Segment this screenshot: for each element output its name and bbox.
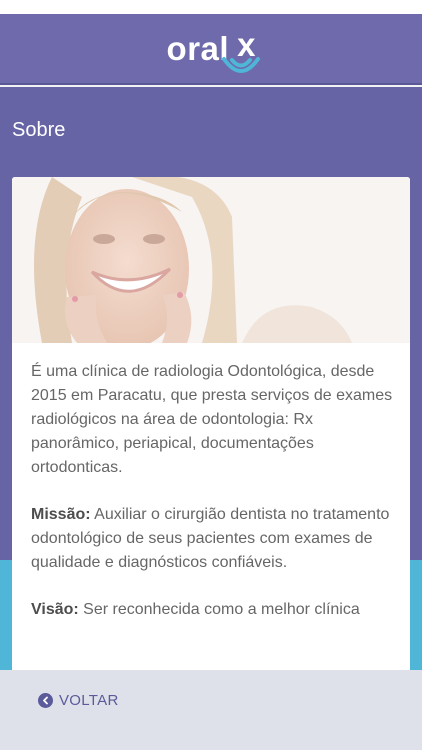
vision-text: Ser reconhecida como a melhor clínica <box>78 601 360 618</box>
app-header: oral x <box>0 14 422 85</box>
about-text: É uma clínica de radiologia Odontológica… <box>31 360 401 645</box>
smile-icon <box>222 56 261 73</box>
about-intro: É uma clínica de radiologia Odontológica… <box>31 363 393 476</box>
back-button-label: VOLTAR <box>59 692 119 709</box>
vision-paragraph: Visão: Ser reconhecida como a melhor clí… <box>31 598 401 622</box>
page-title: Sobre <box>12 119 66 141</box>
vision-label: Visão: <box>31 601 79 618</box>
oral-x-logo: oral x <box>166 24 261 74</box>
about-card: É uma clínica de radiologia Odontológica… <box>12 177 410 677</box>
accent-stripe-left <box>0 560 12 670</box>
accent-stripe-right <box>410 560 422 670</box>
chevron-left-icon <box>38 693 53 708</box>
footer-bar: VOLTAR <box>0 670 422 750</box>
status-bar-area <box>0 0 422 14</box>
back-button[interactable]: VOLTAR <box>38 692 119 709</box>
smiling-woman-photo <box>12 177 410 343</box>
mission-paragraph: Missão: Auxiliar o cirurgião dentista no… <box>31 503 401 575</box>
mission-label: Missão: <box>31 506 91 523</box>
logo-text: oral <box>166 30 230 67</box>
